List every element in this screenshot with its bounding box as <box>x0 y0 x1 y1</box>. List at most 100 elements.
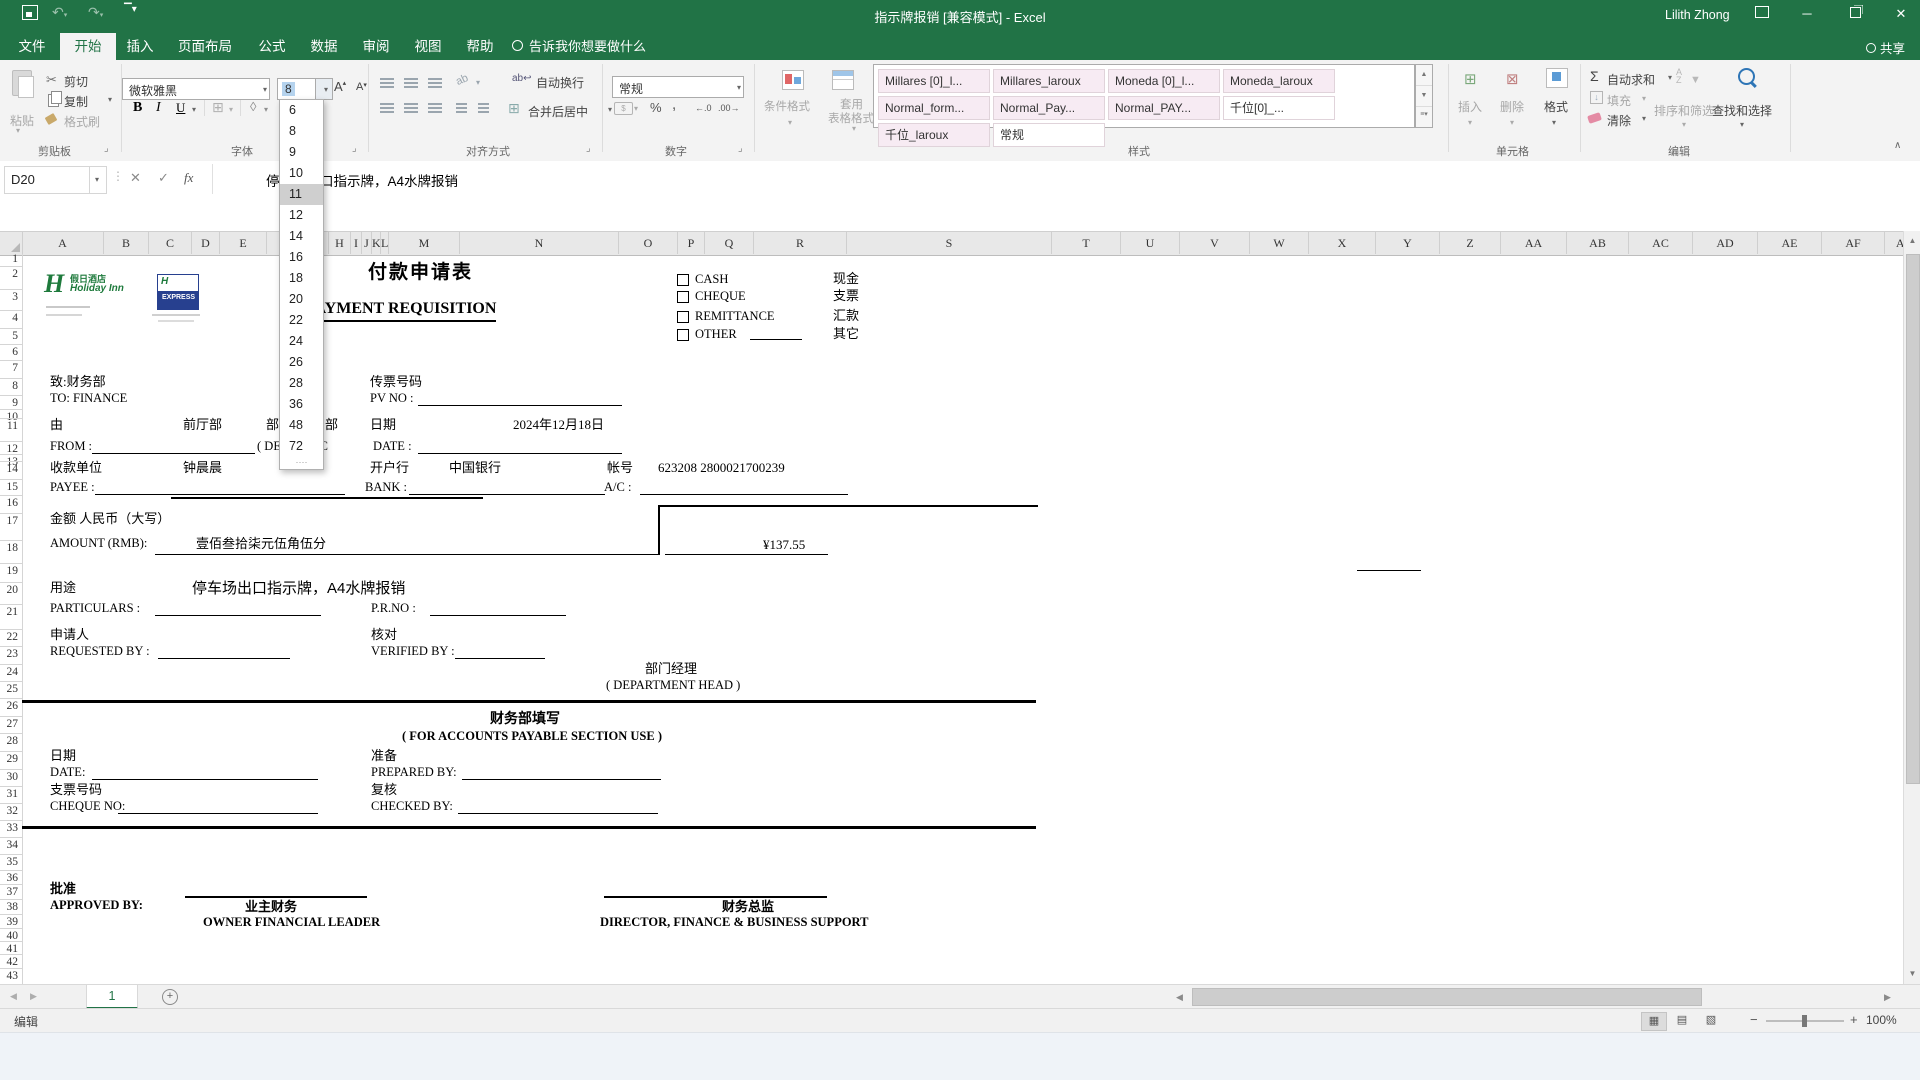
cell-style-item[interactable]: Millares [0]_l... <box>878 69 990 93</box>
insert-dropdown-icon[interactable]: ▾ <box>1468 118 1472 127</box>
remittance-checkbox[interactable] <box>677 311 689 323</box>
row-header-20[interactable]: 20 <box>0 584 18 596</box>
formula-bar-drag-handle[interactable]: ⋮ <box>112 169 124 183</box>
horizontal-scroll-thumb[interactable] <box>1192 988 1702 1006</box>
sort-filter-dropdown-icon[interactable]: ▾ <box>1682 120 1686 129</box>
cell-style-item[interactable]: Moneda [0]_l... <box>1108 69 1220 93</box>
font-size-option-48[interactable]: 48 <box>280 415 323 436</box>
format-dropdown-icon[interactable]: ▾ <box>1552 118 1556 127</box>
cell-style-item[interactable]: Normal_Pay... <box>993 96 1105 120</box>
scroll-down-icon[interactable]: ▼ <box>1904 964 1920 984</box>
column-header-AF[interactable]: AF <box>1822 232 1885 254</box>
row-header-19[interactable]: 19 <box>0 565 18 577</box>
insert-function-icon[interactable]: fx <box>184 170 193 186</box>
accounting-format-icon[interactable]: $ <box>614 102 633 115</box>
column-header-O[interactable]: O <box>619 232 678 254</box>
decrease-font-size-icon[interactable]: A▾ <box>356 81 367 93</box>
column-header-W[interactable]: W <box>1250 232 1309 254</box>
minimize-button[interactable]: ─ <box>1790 2 1824 26</box>
zoom-slider-thumb[interactable] <box>1802 1015 1807 1027</box>
row-header-36[interactable]: 36 <box>0 872 18 884</box>
row-header-28[interactable]: 28 <box>0 735 18 747</box>
row-header-3[interactable]: 3 <box>0 291 18 303</box>
row-header-33[interactable]: 33 <box>0 822 18 834</box>
increase-indent-icon[interactable] <box>478 103 489 113</box>
row-header-17[interactable]: 17 <box>0 515 18 527</box>
column-header-AA[interactable]: AA <box>1501 232 1567 254</box>
column-header-N[interactable]: N <box>460 232 619 254</box>
merge-center-button[interactable]: 合并后居中 <box>528 103 588 120</box>
top-align-icon[interactable] <box>380 78 394 88</box>
column-header-J[interactable]: J <box>362 232 372 254</box>
column-header-Y[interactable]: Y <box>1376 232 1440 254</box>
decrease-indent-icon[interactable] <box>456 103 467 113</box>
font-dialog-launcher-icon[interactable]: ⌟ <box>352 143 357 154</box>
row-header-37[interactable]: 37 <box>0 886 18 898</box>
number-dialog-launcher-icon[interactable]: ⌟ <box>738 143 743 154</box>
restore-button[interactable] <box>1838 2 1872 26</box>
orientation-icon[interactable]: ab <box>454 72 470 88</box>
column-header-AB[interactable]: AB <box>1567 232 1629 254</box>
row-header-6[interactable]: 6 <box>0 346 18 358</box>
collapse-ribbon-icon[interactable]: ∧ <box>1894 140 1901 151</box>
align-left-icon[interactable] <box>380 103 394 113</box>
decrease-decimal-icon[interactable]: .00→ <box>718 103 740 113</box>
column-header-Z[interactable]: Z <box>1440 232 1501 254</box>
fill-dropdown-icon[interactable]: ▾ <box>1642 94 1646 103</box>
column-header-B[interactable]: B <box>104 232 149 254</box>
row-header-2[interactable]: 2 <box>0 268 18 280</box>
align-center-icon[interactable] <box>404 103 418 113</box>
cell-style-item[interactable]: 常规 <box>993 123 1105 147</box>
ribbon-tab-9[interactable]: 帮助 <box>454 33 506 60</box>
select-all-corner[interactable] <box>0 232 23 254</box>
fill-color-icon[interactable]: ◊ <box>250 99 256 114</box>
row-header-24[interactable]: 24 <box>0 666 18 678</box>
column-header-U[interactable]: U <box>1121 232 1180 254</box>
autosum-dropdown-icon[interactable]: ▾ <box>1668 73 1672 82</box>
cell-style-item[interactable]: 千位_laroux <box>878 123 990 147</box>
column-header-D[interactable]: D <box>192 232 220 254</box>
prev-sheet-icon[interactable]: ◀ <box>10 991 17 1002</box>
column-header-E[interactable]: E <box>220 232 267 254</box>
other-checkbox[interactable] <box>677 329 689 341</box>
font-size-option-8[interactable]: 8 <box>280 121 323 142</box>
font-size-option-28[interactable]: 28 <box>280 373 323 394</box>
zoom-in-icon[interactable]: + <box>1850 1012 1858 1027</box>
autosum-button[interactable]: 自动求和 <box>1607 71 1655 88</box>
sort-filter-button[interactable]: 排序和筛选 <box>1654 102 1714 119</box>
name-box[interactable]: D20 <box>4 166 90 194</box>
row-header-30[interactable]: 30 <box>0 771 18 783</box>
enter-icon[interactable]: ✓ <box>158 170 169 186</box>
row-header-11[interactable]: 11 <box>0 420 18 432</box>
share-button[interactable]: 共享 <box>1866 38 1905 57</box>
row-header-32[interactable]: 32 <box>0 805 18 817</box>
fill-button[interactable]: 填充 <box>1607 92 1631 109</box>
row-header-31[interactable]: 31 <box>0 788 18 800</box>
row-header-22[interactable]: 22 <box>0 631 18 643</box>
gallery-up-icon[interactable]: ▲ <box>1416 65 1432 86</box>
borders-dropdown-icon[interactable]: ▾ <box>229 105 233 114</box>
column-header-C[interactable]: C <box>149 232 192 254</box>
cash-checkbox[interactable] <box>677 274 689 286</box>
cell-style-item[interactable]: Normal_PAY... <box>1108 96 1220 120</box>
column-header-P[interactable]: P <box>678 232 705 254</box>
page-break-view-icon[interactable]: ▧ <box>1699 1012 1723 1029</box>
accounting-dropdown-icon[interactable]: ▾ <box>634 104 638 113</box>
delete-dropdown-icon[interactable]: ▾ <box>1510 118 1514 127</box>
align-right-icon[interactable] <box>428 103 442 113</box>
row-header-18[interactable]: 18 <box>0 542 18 554</box>
cell-style-item[interactable]: Millares_laroux <box>993 69 1105 93</box>
cheque-checkbox[interactable] <box>677 291 689 303</box>
row-header-43[interactable]: 43 <box>0 970 18 982</box>
paste-button[interactable]: 粘贴 <box>10 112 34 129</box>
vertical-scroll-thumb[interactable] <box>1906 254 1920 784</box>
signed-in-user[interactable]: Lilith Zhong <box>1665 8 1730 22</box>
column-header-M[interactable]: M <box>389 232 460 254</box>
merge-center-dropdown-icon[interactable]: ▾ <box>608 105 612 114</box>
new-sheet-icon[interactable]: + <box>162 989 178 1005</box>
row-header-34[interactable]: 34 <box>0 839 18 851</box>
row-header-9[interactable]: 9 <box>0 397 18 409</box>
clear-button[interactable]: 清除 <box>1607 112 1631 129</box>
font-name-combobox[interactable]: 微软雅黑▾ <box>122 78 270 100</box>
find-select-button[interactable]: 查找和选择 <box>1712 102 1772 119</box>
